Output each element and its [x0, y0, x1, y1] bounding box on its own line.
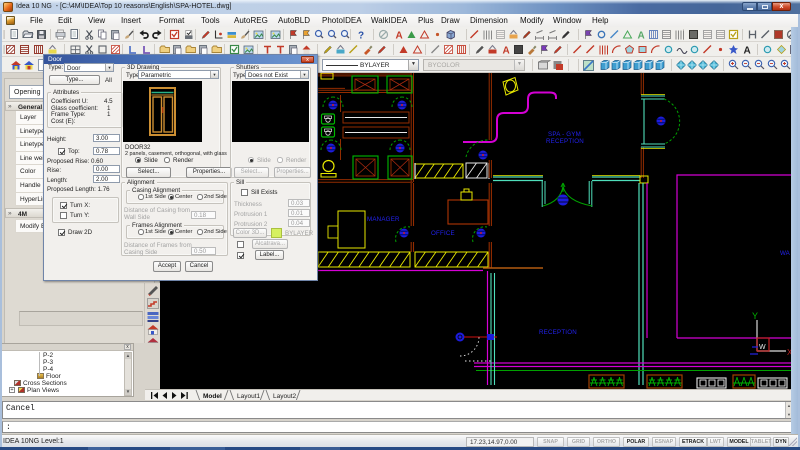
svg-text:A: A [396, 31, 403, 42]
svg-text:A: A [503, 46, 510, 57]
svg-text:SPA - GYM: SPA - GYM [548, 131, 581, 138]
svg-text:W: W [759, 344, 766, 351]
svg-text:MANAGER: MANAGER [367, 216, 400, 223]
svg-text:WA: WA [780, 250, 791, 257]
svg-text:A: A [744, 46, 751, 57]
svg-text:RECEPTION: RECEPTION [539, 329, 577, 336]
svg-text:Y: Y [752, 311, 758, 321]
svg-text:Layout1: Layout1 [237, 393, 261, 400]
svg-text:Layout2: Layout2 [273, 393, 297, 400]
svg-text:A: A [638, 31, 645, 42]
svg-text:RECEPTION: RECEPTION [546, 138, 584, 145]
svg-text:Model: Model [203, 393, 222, 400]
svg-text:?: ? [358, 31, 364, 42]
svg-text:OFFICE: OFFICE [431, 230, 455, 237]
